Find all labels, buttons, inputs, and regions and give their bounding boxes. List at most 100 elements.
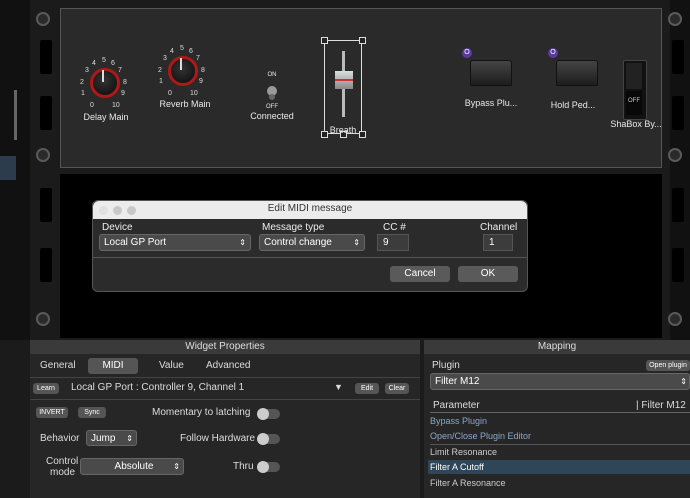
selection-handle[interactable] <box>359 37 366 44</box>
knob-tick: 0 <box>168 90 172 97</box>
cc-number-field[interactable]: 9 <box>377 234 409 251</box>
parameter-row[interactable]: Limit Resonance <box>430 447 690 461</box>
rack-screw <box>36 312 50 326</box>
knob-tick: 4 <box>170 48 174 55</box>
toggle-on-label: ON <box>267 72 277 78</box>
parameter-plugin-header: | Filter M12 <box>636 400 686 411</box>
knob-pointer <box>180 58 182 70</box>
switch-state: OFF <box>626 91 642 115</box>
rack-slot <box>672 40 684 74</box>
knob-tick: 5 <box>102 57 106 64</box>
parameter-row[interactable]: Bypass Plugin <box>430 416 690 430</box>
learn-button[interactable]: Learn <box>33 383 59 394</box>
selection-handle[interactable] <box>359 131 366 138</box>
knob-tick: 6 <box>189 48 193 55</box>
knob-tick: 5 <box>180 45 184 52</box>
parameter-row[interactable]: Open/Close Plugin Editor <box>430 431 690 445</box>
rack-slot <box>672 188 684 222</box>
dialog-divider <box>93 257 527 258</box>
connected-toggle[interactable] <box>265 82 279 104</box>
midi-mapping-text: Local GP Port : Controller 9, Channel 1 <box>71 382 245 393</box>
sync-button[interactable]: Sync <box>78 407 106 418</box>
invert-button[interactable]: INVERT <box>36 407 68 418</box>
knob-tick: 7 <box>196 55 200 62</box>
rack-screw <box>668 12 682 26</box>
toggle-base <box>269 94 275 100</box>
connected-label: Connected <box>250 111 294 121</box>
knob-tick: 10 <box>190 90 198 97</box>
hold-pedal[interactable] <box>556 60 598 86</box>
parameter-row[interactable]: Filter A Resonance <box>430 478 690 492</box>
control-mode-label: Control <box>46 456 79 467</box>
bypass-plugin-label: Bypass Plu... <box>464 98 518 108</box>
rack-screw <box>668 312 682 326</box>
channel-label: Channel <box>480 222 518 233</box>
knob-tick: 3 <box>163 55 167 62</box>
thru-switch[interactable] <box>257 461 280 473</box>
parameter-name: Filter A Cutoff <box>430 462 484 472</box>
dropdown-triangle-icon[interactable]: ▼ <box>334 382 343 392</box>
plugin-select[interactable]: Filter M12 ⇕ <box>430 373 690 390</box>
knob-tick: 9 <box>121 90 125 97</box>
message-type-select[interactable]: Control change ⇕ <box>259 234 365 251</box>
selection-handle[interactable] <box>321 37 328 44</box>
momentary-switch[interactable] <box>257 408 280 420</box>
message-type-label: Message type <box>262 222 325 233</box>
knob-tick: 1 <box>81 90 85 97</box>
hold-pedal-label: Hold Ped... <box>550 100 596 110</box>
shabox-bypass-label: ShaBox By... <box>610 119 662 129</box>
rack-slot <box>40 188 52 222</box>
tab-value[interactable]: Value <box>159 360 184 371</box>
plugin-value: Filter M12 <box>435 376 480 387</box>
rack-screw <box>36 12 50 26</box>
open-plugin-button[interactable]: Open plugin <box>646 360 690 371</box>
edit-button[interactable]: Edit <box>355 383 379 394</box>
selection-indicator <box>0 156 16 180</box>
parameter-row-selected[interactable]: Filter A Cutoff <box>428 460 690 474</box>
behavior-select[interactable]: Jump ⇕ <box>86 430 137 446</box>
knob-tick: 10 <box>112 102 120 109</box>
ok-button[interactable]: OK <box>458 266 518 282</box>
toggle-off-label: OFF <box>266 104 278 110</box>
knob-tick: 2 <box>158 67 162 74</box>
knob-body <box>168 56 198 86</box>
rack-slot <box>40 40 52 74</box>
clear-button[interactable]: Clear <box>385 383 409 394</box>
knob-tick: 3 <box>85 67 89 74</box>
row-divider <box>30 399 420 400</box>
breath-fader[interactable] <box>324 40 362 134</box>
shabox-bypass-switch[interactable]: OFF <box>623 60 647 120</box>
device-value: Local GP Port <box>104 237 167 248</box>
rack-slot <box>40 248 52 282</box>
message-type-value: Control change <box>264 237 332 248</box>
reverb-main-knob[interactable] <box>168 56 198 86</box>
cancel-button[interactable]: Cancel <box>390 266 450 282</box>
knob-body <box>90 68 120 98</box>
device-select[interactable]: Local GP Port ⇕ <box>99 234 251 251</box>
control-mode-select[interactable]: Absolute ⇕ <box>80 458 184 475</box>
delay-main-knob[interactable] <box>90 68 120 98</box>
header-divider <box>430 412 690 413</box>
behavior-label: Behavior <box>40 433 80 444</box>
delay-main-label: Delay Main <box>83 112 129 122</box>
knob-tick: 2 <box>80 79 84 86</box>
rack-screw <box>36 148 50 162</box>
tab-midi[interactable]: MIDI <box>88 358 138 374</box>
follow-hardware-label: Follow Hardware <box>180 433 256 444</box>
rack-slot <box>672 96 684 130</box>
knob-tick: 6 <box>111 60 115 67</box>
rack-slot <box>672 248 684 282</box>
rack-screw <box>668 148 682 162</box>
tab-general[interactable]: General <box>40 360 76 371</box>
follow-hardware-switch[interactable] <box>257 433 280 445</box>
edit-midi-dialog: Edit MIDI message Device Local GP Port ⇕… <box>92 200 528 292</box>
channel-field[interactable]: 1 <box>483 234 513 251</box>
widget-tabs: General MIDI Value Advanced <box>30 358 420 374</box>
knob-tick: 8 <box>123 79 127 86</box>
parameter-name: Limit Resonance <box>430 447 498 457</box>
tab-advanced[interactable]: Advanced <box>206 360 250 371</box>
bypass-plugin-pedal[interactable] <box>470 60 512 86</box>
row-divider <box>430 444 690 445</box>
control-mode-value: Absolute <box>114 461 154 472</box>
updown-icon: ⇕ <box>680 377 687 386</box>
